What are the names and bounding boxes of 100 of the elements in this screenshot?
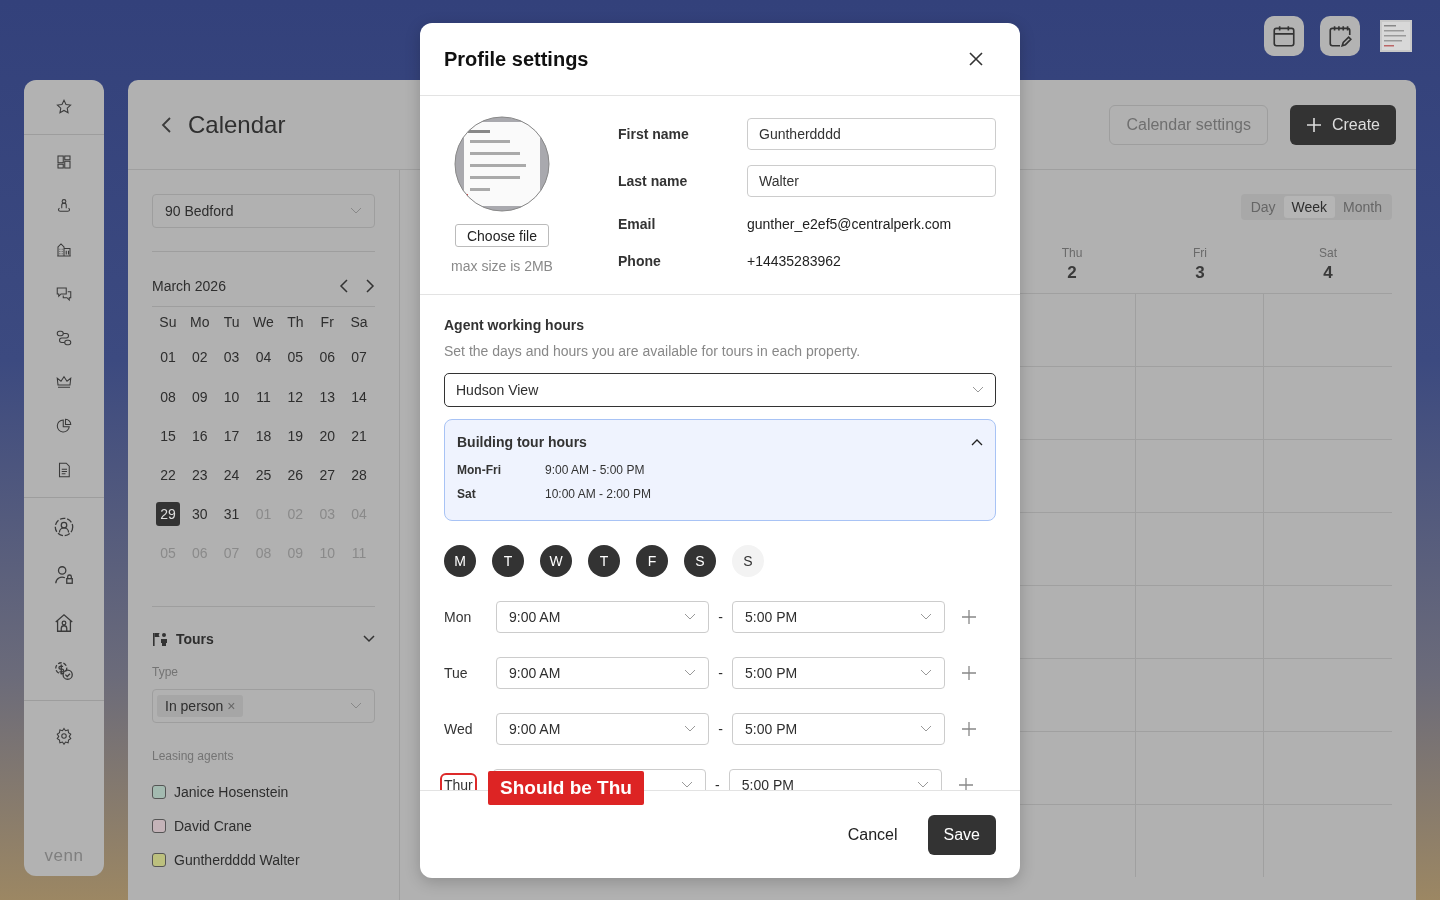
agent-checkbox[interactable] bbox=[152, 853, 166, 867]
calendar-day[interactable]: 26 bbox=[283, 463, 308, 487]
agent-name: David Crane bbox=[174, 818, 252, 834]
back-icon[interactable] bbox=[160, 115, 174, 134]
end-time-select[interactable]: 5:00 PM bbox=[732, 713, 945, 745]
calendar-day[interactable]: 06 bbox=[315, 345, 340, 369]
calendar-day[interactable]: 18 bbox=[251, 424, 276, 448]
calendar-day[interactable]: 11 bbox=[251, 385, 276, 409]
crown-icon[interactable] bbox=[55, 373, 73, 391]
leasing-agents-label: Leasing agents bbox=[152, 749, 235, 763]
calendar-day[interactable]: 20 bbox=[315, 424, 340, 448]
calendar-day[interactable]: 21 bbox=[347, 424, 372, 448]
calendar-day[interactable]: 22 bbox=[155, 463, 180, 487]
calendar-day[interactable]: 24 bbox=[219, 463, 244, 487]
person-lock-icon[interactable] bbox=[53, 564, 75, 586]
calendar-day[interactable]: 16 bbox=[187, 424, 212, 448]
calendar-day[interactable]: 07 bbox=[347, 345, 372, 369]
agent-checkbox[interactable] bbox=[152, 819, 166, 833]
settings-icon[interactable] bbox=[55, 727, 73, 745]
day-toggle[interactable]: T bbox=[492, 545, 524, 577]
next-month-icon[interactable] bbox=[365, 279, 375, 293]
dialog-title: Profile settings bbox=[444, 47, 589, 71]
end-time-select[interactable]: 5:00 PM bbox=[732, 657, 945, 689]
text-field[interactable]: Guntherdddd bbox=[747, 117, 996, 150]
choose-file-button[interactable]: Choose file bbox=[454, 224, 549, 247]
calendar-day[interactable]: 15 bbox=[155, 424, 180, 448]
range-separator: - bbox=[717, 721, 724, 737]
calendar-day[interactable]: 02 bbox=[187, 345, 212, 369]
buildings-icon[interactable] bbox=[55, 241, 73, 259]
field-label: Email bbox=[618, 215, 657, 232]
days-label: Sat bbox=[457, 487, 477, 501]
end-time-select[interactable]: 5:00 PM bbox=[728, 769, 942, 790]
calendar-edit-icon[interactable] bbox=[1320, 16, 1360, 56]
agent-checkbox[interactable] bbox=[152, 785, 166, 799]
property-select[interactable]: 90 Bedford bbox=[152, 194, 375, 228]
chevron-icon bbox=[972, 386, 984, 394]
calendar-day[interactable]: 13 bbox=[315, 385, 340, 409]
text-field[interactable]: Walter bbox=[747, 165, 996, 198]
plus-icon bbox=[1305, 116, 1322, 133]
calendar-day[interactable]: 28 bbox=[347, 463, 372, 487]
close-icon[interactable] bbox=[969, 52, 983, 66]
calendar-day[interactable]: 27 bbox=[315, 463, 340, 487]
weekday-label: Fri bbox=[1193, 246, 1207, 260]
route-icon[interactable] bbox=[55, 329, 73, 347]
coin-check-icon[interactable] bbox=[53, 660, 75, 682]
range-separator: - bbox=[717, 665, 724, 681]
weekday-label: Thu bbox=[1061, 246, 1083, 260]
calendar-day[interactable]: 17 bbox=[219, 424, 244, 448]
add-icon[interactable] bbox=[958, 778, 973, 790]
start-time-select[interactable]: 9:00 AM bbox=[496, 713, 709, 745]
calendar-day[interactable]: 25 bbox=[251, 463, 276, 487]
day-toggle[interactable]: W bbox=[540, 545, 572, 577]
calendar-day[interactable]: 23 bbox=[187, 463, 212, 487]
day-label: Mon bbox=[444, 609, 473, 625]
calendar-day[interactable]: 04 bbox=[251, 345, 276, 369]
view-tab[interactable]: Week bbox=[1283, 196, 1336, 218]
calendar-day[interactable]: 30 bbox=[187, 502, 212, 526]
day-toggle[interactable]: T bbox=[588, 545, 620, 577]
calendar-day[interactable]: 31 bbox=[219, 502, 244, 526]
chat-icon[interactable] bbox=[55, 285, 73, 303]
page-title: Calendar bbox=[188, 110, 286, 139]
start-time-select[interactable]: 9:00 AM bbox=[496, 601, 709, 633]
weekday-label: Su bbox=[158, 313, 178, 332]
chevron-icon bbox=[350, 702, 362, 710]
weekday-label: Fr bbox=[319, 313, 335, 332]
save-button[interactable]: Save bbox=[927, 814, 996, 855]
day-toggle[interactable]: M bbox=[444, 545, 476, 577]
calendar-day[interactable]: 08 bbox=[155, 385, 180, 409]
day-toggle[interactable]: S bbox=[684, 545, 716, 577]
property-select[interactable]: Hudson View bbox=[444, 373, 996, 407]
calendar-day[interactable]: 29 bbox=[155, 502, 180, 526]
previous-month-icon[interactable] bbox=[339, 279, 349, 293]
star-icon[interactable] bbox=[55, 98, 73, 116]
pie-chart-icon[interactable] bbox=[55, 417, 73, 435]
date-number: 3 bbox=[1195, 263, 1205, 283]
type-select[interactable]: In person × bbox=[152, 689, 375, 723]
day-toggle[interactable]: S bbox=[732, 545, 764, 577]
person-circle-icon[interactable] bbox=[53, 516, 75, 538]
create-button[interactable]: Create bbox=[1289, 104, 1396, 145]
chevron-icon[interactable] bbox=[363, 635, 375, 643]
days-label: Mon-Fri bbox=[457, 463, 502, 477]
calendar-day[interactable]: 01 bbox=[155, 345, 180, 369]
calendar-day[interactable]: 19 bbox=[283, 424, 308, 448]
calendar-day[interactable]: 09 bbox=[187, 385, 212, 409]
weekday-label: Sat bbox=[1319, 246, 1337, 260]
calendar-day[interactable]: 12 bbox=[283, 385, 308, 409]
dashboard-icon[interactable] bbox=[55, 153, 73, 171]
house-person-icon[interactable] bbox=[53, 612, 75, 634]
calendar-day[interactable]: 14 bbox=[347, 385, 372, 409]
calendar-day[interactable]: 10 bbox=[219, 385, 244, 409]
start-time-select[interactable]: 9:00 AM bbox=[496, 657, 709, 689]
calendar-icon[interactable] bbox=[1264, 16, 1304, 56]
person-pin-icon[interactable] bbox=[55, 197, 73, 215]
end-time-select[interactable]: 5:00 PM bbox=[732, 601, 945, 633]
chevron-icon[interactable] bbox=[971, 438, 983, 446]
day-toggle[interactable]: F bbox=[636, 545, 668, 577]
hours-value: 10:00 AM - 2:00 PM bbox=[545, 487, 652, 501]
calendar-day[interactable]: 03 bbox=[219, 345, 244, 369]
calendar-day[interactable]: 05 bbox=[283, 345, 308, 369]
cancel-button[interactable]: Cancel bbox=[841, 824, 904, 845]
